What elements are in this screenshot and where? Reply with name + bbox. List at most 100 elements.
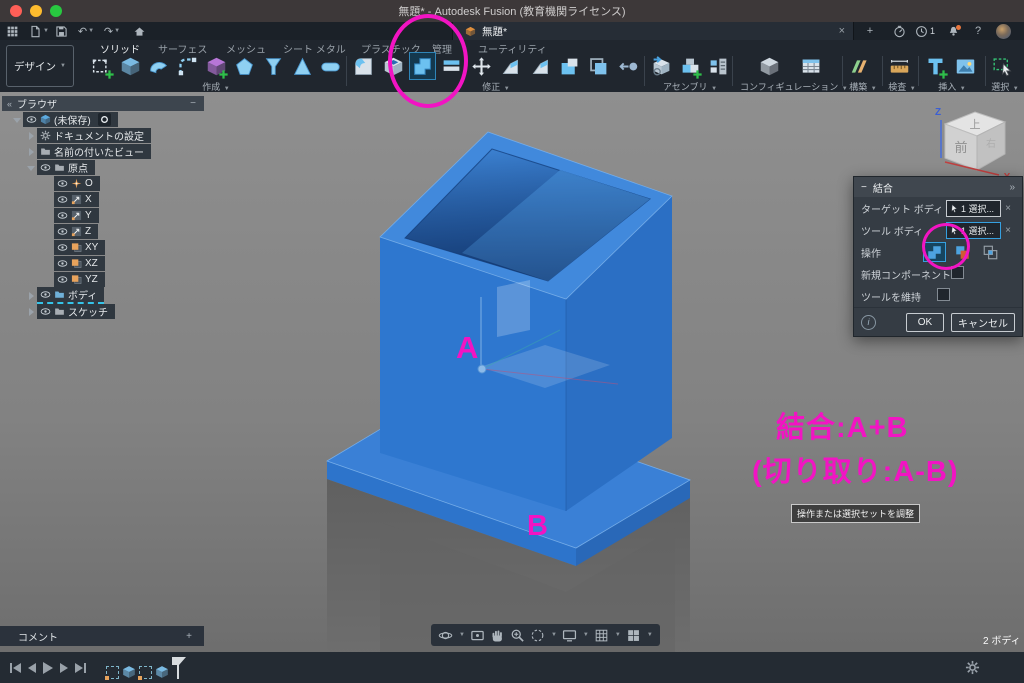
timeline-extrude1-feature[interactable]	[122, 665, 136, 679]
browser-row-bodies[interactable]: ボディ	[2, 288, 212, 303]
browser-row-document-settings[interactable]: ドキュメントの設定	[2, 128, 212, 143]
replace-face-icon[interactable]	[615, 52, 642, 80]
timeline-settings-gear-icon[interactable]	[965, 660, 980, 675]
document-tab[interactable]: 無題* ×	[452, 22, 854, 40]
create-sketch-icon[interactable]	[88, 52, 115, 80]
offset-face-icon[interactable]	[585, 52, 612, 80]
visibility-eye-icon[interactable]	[40, 306, 51, 317]
help-button[interactable]: ?	[969, 23, 987, 39]
timeline-go-start-button[interactable]	[10, 663, 21, 673]
new-component-icon[interactable]	[677, 52, 704, 80]
origin-point[interactable]	[478, 365, 486, 373]
browser-row-origin-o[interactable]: O	[2, 176, 212, 191]
visibility-eye-icon[interactable]	[57, 194, 68, 205]
browser-row-named-views[interactable]: 名前の付いたビュー	[2, 144, 212, 159]
browser-row-sketches[interactable]: スケッチ	[2, 304, 212, 319]
visibility-eye-icon[interactable]	[57, 226, 68, 237]
timeline-sketch1-feature[interactable]	[106, 666, 119, 679]
timeline-step-back-button[interactable]	[28, 663, 36, 673]
configuration-table-icon[interactable]	[797, 52, 825, 80]
redo-button[interactable]: ↷▼	[100, 23, 124, 39]
visibility-eye-icon[interactable]	[40, 289, 51, 300]
look-at-icon[interactable]	[470, 628, 485, 643]
file-menu-button[interactable]: ▼	[26, 23, 52, 39]
notifications-bell-icon[interactable]	[944, 23, 962, 39]
keep-tools-checkbox[interactable]	[937, 288, 950, 301]
measure-icon[interactable]	[885, 52, 913, 80]
extrude-icon[interactable]	[117, 52, 144, 80]
expand-closed-icon[interactable]	[26, 291, 36, 301]
dialog-collapse-icon[interactable]: −	[861, 182, 867, 193]
timeline-step-forward-button[interactable]	[60, 663, 68, 673]
add-comment-button[interactable]: +	[186, 631, 192, 642]
joint-list-icon[interactable]	[705, 52, 732, 80]
expand-open-icon[interactable]	[12, 115, 22, 125]
document-tab-close-icon[interactable]: ×	[839, 25, 845, 37]
visibility-eye-icon[interactable]	[26, 114, 37, 125]
browser-minimize-icon[interactable]: −	[190, 98, 196, 109]
construct-plane-icon[interactable]	[846, 52, 874, 80]
orbit-icon[interactable]	[438, 628, 453, 643]
display-settings-icon[interactable]	[562, 628, 577, 643]
draft-icon[interactable]	[497, 52, 524, 80]
dialog-more-icon[interactable]: »	[1009, 182, 1015, 193]
browser-collapse-icon[interactable]: «	[7, 99, 12, 109]
origin-plane-xz[interactable]	[497, 280, 530, 337]
hole-icon[interactable]	[260, 52, 287, 80]
fillet-icon[interactable]	[350, 52, 377, 80]
target-clear-icon[interactable]: ×	[1001, 203, 1015, 214]
browser-row-origin[interactable]: 原点	[2, 160, 212, 175]
cancel-button[interactable]: キャンセル	[951, 313, 1015, 332]
job-status-icon[interactable]: 1	[913, 23, 937, 39]
scale-icon[interactable]	[526, 52, 553, 80]
info-icon[interactable]: i	[861, 315, 876, 330]
create-form-icon[interactable]	[203, 52, 230, 80]
timeline-extrude2-feature[interactable]	[155, 665, 169, 679]
browser-row-plane-yz[interactable]: YZ	[2, 272, 212, 287]
browser-row-plane-xz[interactable]: XZ	[2, 256, 212, 271]
tool-clear-icon[interactable]: ×	[1001, 225, 1015, 236]
home-view-button[interactable]	[130, 23, 148, 39]
browser-header[interactable]: « ブラウザ −	[2, 96, 204, 111]
comments-panel[interactable]: コメント +	[0, 626, 204, 646]
fit-icon[interactable]	[530, 628, 545, 643]
undo-button[interactable]: ↶▼	[74, 23, 98, 39]
zoom-icon[interactable]	[510, 628, 525, 643]
select-tool-icon[interactable]	[988, 52, 1016, 80]
pan-hand-icon[interactable]	[490, 628, 505, 643]
user-avatar[interactable]	[994, 23, 1012, 39]
visibility-eye-icon[interactable]	[57, 210, 68, 221]
operation-intersect-icon[interactable]	[979, 242, 1002, 262]
ok-button[interactable]: OK	[906, 313, 944, 332]
timeline-go-end-button[interactable]	[75, 663, 86, 673]
visibility-eye-icon[interactable]	[57, 258, 68, 269]
loft-icon[interactable]	[231, 52, 258, 80]
grid-settings-icon[interactable]	[594, 628, 609, 643]
sweep-icon[interactable]	[174, 52, 201, 80]
move-copy-icon[interactable]	[468, 52, 495, 80]
view-cube[interactable]: 上 前 右 Z X	[933, 100, 1019, 182]
extensions-gauge-icon[interactable]	[890, 23, 908, 39]
expand-open-icon[interactable]	[26, 163, 36, 173]
viewport-3d[interactable]: « ブラウザ − (未保存) ドキュメントの設定	[0, 92, 1024, 683]
browser-row-root[interactable]: (未保存)	[2, 112, 212, 127]
browser-row-plane-xy[interactable]: XY	[2, 240, 212, 255]
combine-dialog-header[interactable]: − 結合 »	[854, 177, 1022, 197]
expand-closed-icon[interactable]	[26, 147, 36, 157]
expand-closed-icon[interactable]	[26, 131, 36, 141]
visibility-eye-icon[interactable]	[57, 274, 68, 285]
app-grid-button[interactable]	[3, 23, 21, 39]
revolve-icon[interactable]	[145, 52, 172, 80]
configure-icon[interactable]	[755, 52, 783, 80]
insert-image-icon[interactable]	[951, 52, 979, 80]
save-button[interactable]	[52, 23, 70, 39]
target-body-select-button[interactable]: 1 選択...	[946, 200, 1001, 217]
visibility-eye-icon[interactable]	[40, 162, 51, 173]
expand-closed-icon[interactable]	[26, 307, 36, 317]
timeline-sketch2-feature[interactable]	[139, 666, 152, 679]
browser-row-axis-z[interactable]: Z	[2, 224, 212, 239]
timeline-play-button[interactable]	[43, 662, 53, 674]
visibility-eye-icon[interactable]	[57, 178, 68, 189]
timeline-position-marker[interactable]	[173, 657, 182, 679]
new-tab-button[interactable]: +	[861, 23, 879, 39]
